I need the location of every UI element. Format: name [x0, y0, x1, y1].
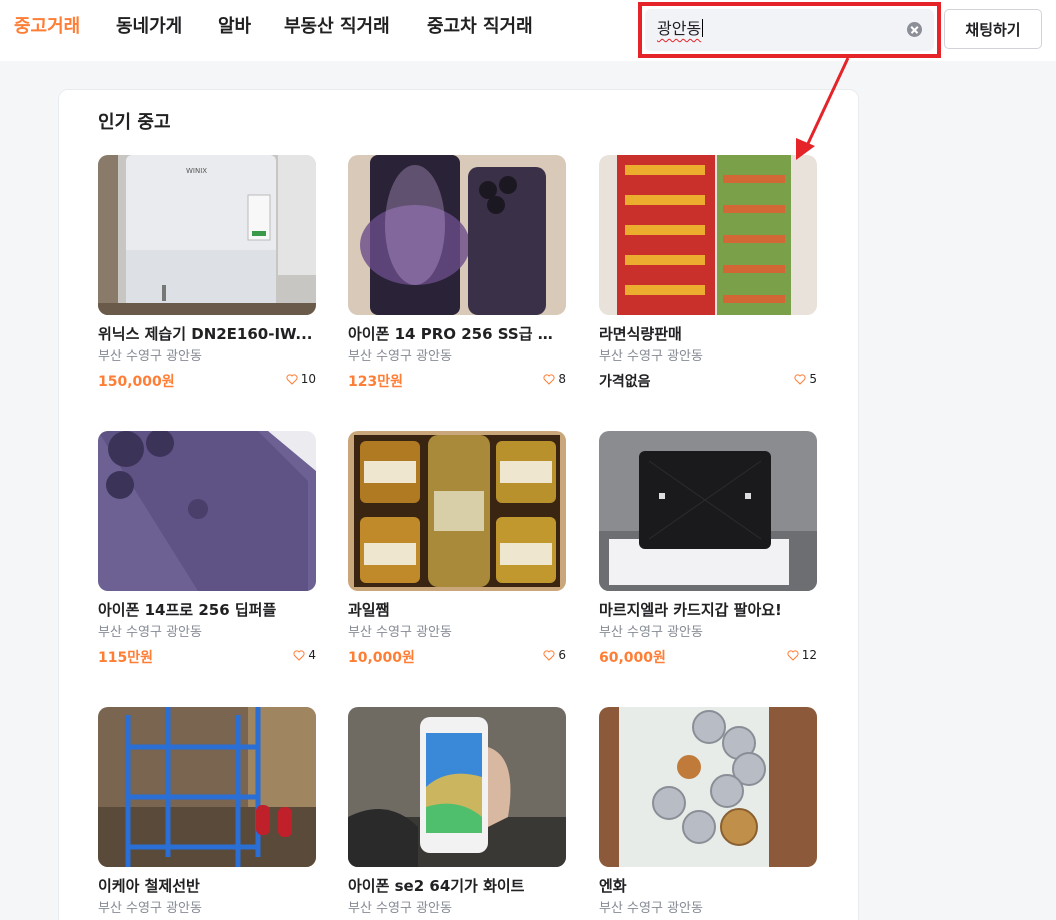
product-image-iphone-se2 [348, 707, 566, 867]
product-image-dehumidifier: WINIX [98, 155, 316, 315]
nav-tab-local-stores[interactable]: 동네가게 [116, 16, 182, 38]
product-image-ramen [599, 155, 817, 315]
product-title: 과일쨈 [348, 601, 390, 619]
product-region: 부산 수영구 광안동 [599, 625, 703, 640]
chat-button[interactable]: 채팅하기 [944, 9, 1042, 49]
product-region: 부산 수영구 광안동 [98, 901, 202, 916]
product-card[interactable]: 엔화 부산 수영구 광안동 [599, 707, 817, 917]
product-region: 부산 수영구 광안동 [599, 901, 703, 916]
heart-icon [543, 649, 555, 661]
like-count: 6 [543, 648, 566, 662]
product-region: 부산 수영구 광안동 [599, 349, 703, 364]
product-price: 가격없음 [599, 374, 651, 390]
product-title: 이케아 철제선반 [98, 877, 200, 895]
product-image-iphone-14-pro [348, 155, 566, 315]
product-card[interactable]: 아이폰 14 PRO 256 SS급 딥... 부산 수영구 광안동 123만원… [348, 155, 566, 390]
product-price: 123만원 [348, 374, 403, 390]
search-input[interactable]: 광안동 [645, 9, 934, 51]
product-price: 60,000원 [599, 650, 666, 666]
like-count: 4 [293, 648, 316, 662]
product-card[interactable]: 마르지엘라 카드지갑 팔아요! 부산 수영구 광안동 60,000원 12 [599, 431, 817, 666]
text-cursor [702, 19, 704, 37]
product-card[interactable]: 아이폰 se2 64기가 화이트 부산 수영구 광안동 [348, 707, 566, 917]
product-card[interactable]: WINIX 위닉스 제습기 DN2E160-IW... 부산 수영구 광안동 1… [98, 155, 316, 390]
product-card[interactable]: 라면식량판매 부산 수영구 광안동 가격없음 5 [599, 155, 817, 390]
product-card[interactable]: 이케아 철제선반 부산 수영구 광안동 [98, 707, 316, 917]
like-count: 5 [794, 372, 817, 386]
heart-icon [286, 373, 298, 385]
heart-icon [787, 649, 799, 661]
heart-icon [293, 649, 305, 661]
product-price: 115만원 [98, 650, 153, 666]
product-card[interactable]: 과일쨈 부산 수영구 광안동 10,000원 6 [348, 431, 566, 666]
product-region: 부산 수영구 광안동 [348, 625, 452, 640]
nav-tab-real-estate[interactable]: 부동산 직거래 [284, 16, 390, 38]
nav-tab-used-cars[interactable]: 중고차 직거래 [427, 16, 533, 38]
product-image-fruit-jam [348, 431, 566, 591]
nav-tab-part-time-jobs[interactable]: 알바 [218, 16, 251, 38]
product-card[interactable]: 아이폰 14프로 256 딥퍼플 부산 수영구 광안동 115만원 4 [98, 431, 316, 666]
heart-icon [543, 373, 555, 385]
product-title: 아이폰 14프로 256 딥퍼플 [98, 601, 277, 619]
product-image-iphone-deep-purple [98, 431, 316, 591]
heart-icon [794, 373, 806, 385]
like-count: 8 [543, 372, 566, 386]
product-image-yen-coins [599, 707, 817, 867]
product-title: 라면식량판매 [599, 325, 682, 343]
product-image-ikea-shelf [98, 707, 316, 867]
svg-text:WINIX: WINIX [186, 167, 207, 175]
clear-icon[interactable] [907, 22, 922, 37]
like-count: 12 [787, 648, 817, 662]
product-title: 아이폰 14 PRO 256 SS급 딥... [348, 325, 566, 343]
section-title: 인기 중고 [98, 112, 171, 133]
product-title: 엔화 [599, 877, 627, 895]
product-price: 10,000원 [348, 650, 415, 666]
nav-tab-used-trade[interactable]: 중고거래 [14, 16, 80, 38]
product-title: 위닉스 제습기 DN2E160-IW... [98, 325, 313, 343]
product-image-card-wallet [599, 431, 817, 591]
like-count: 10 [286, 372, 316, 386]
search-input-value: 광안동 [657, 19, 702, 38]
product-title: 아이폰 se2 64기가 화이트 [348, 877, 525, 895]
product-title: 마르지엘라 카드지갑 팔아요! [599, 601, 782, 619]
product-price: 150,000원 [98, 374, 175, 390]
product-region: 부산 수영구 광안동 [348, 349, 452, 364]
product-region: 부산 수영구 광안동 [98, 625, 202, 640]
product-region: 부산 수영구 광안동 [348, 901, 452, 916]
product-region: 부산 수영구 광안동 [98, 349, 202, 364]
